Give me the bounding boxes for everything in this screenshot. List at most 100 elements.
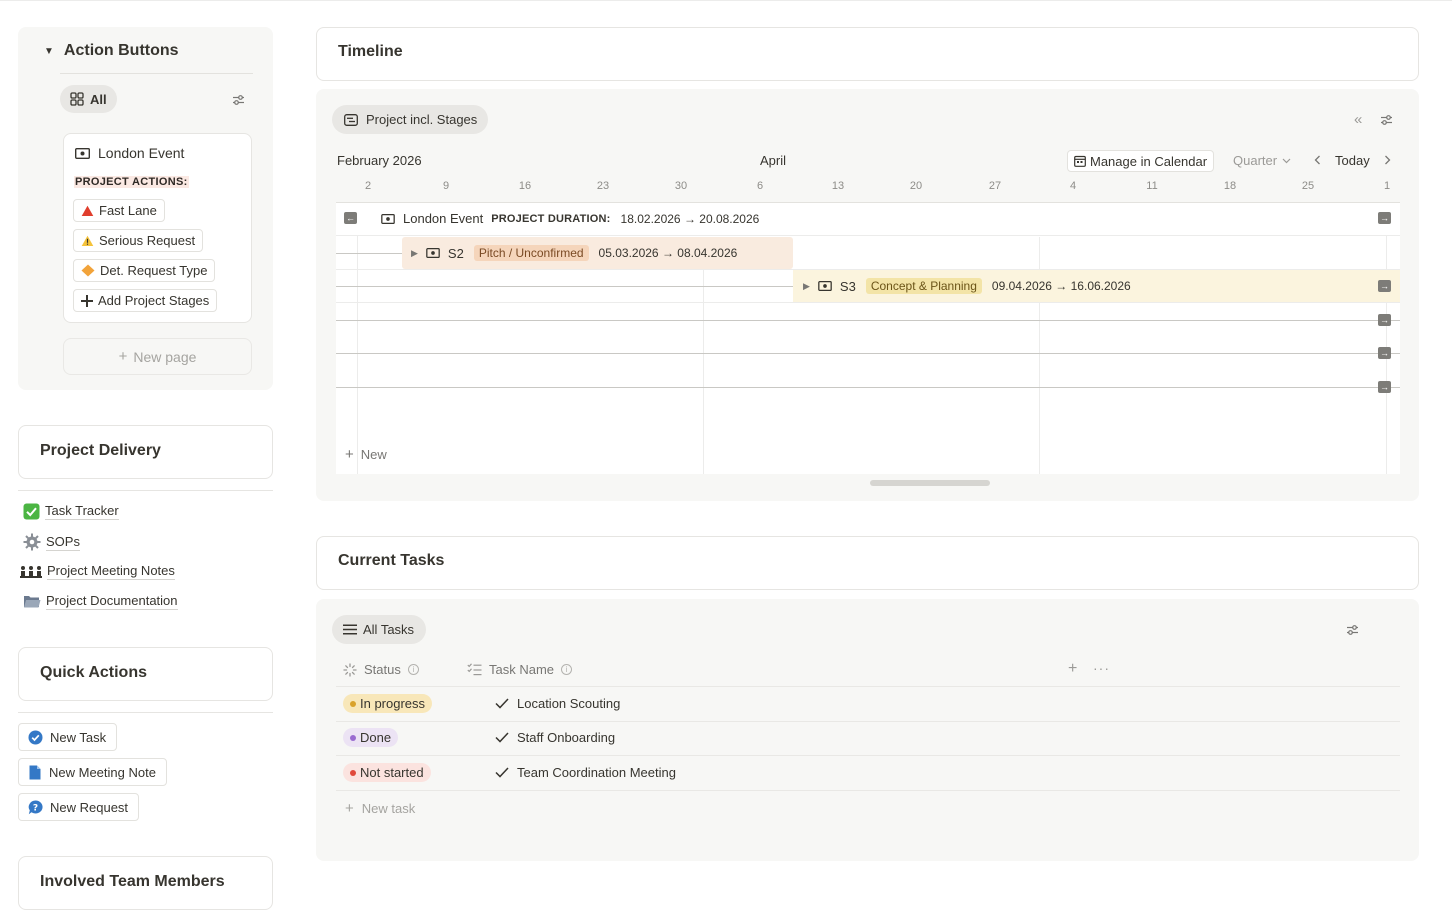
timeline-header-card: Timeline xyxy=(316,27,1419,81)
horizontal-scrollbar[interactable] xyxy=(870,480,990,486)
status-badge[interactable]: In progress xyxy=(343,694,433,713)
tick-label: 11 xyxy=(1146,180,1158,192)
project-delivery-title: Project Delivery xyxy=(40,442,161,459)
chevron-right-icon[interactable] xyxy=(1384,155,1391,165)
action-buttons-title: Action Buttons xyxy=(63,42,179,59)
row-separator xyxy=(336,302,1400,303)
info-icon: i xyxy=(561,664,573,675)
table-divider xyxy=(336,790,1400,791)
quick-actions-title: Quick Actions xyxy=(40,664,147,681)
new-timeline-item-button[interactable]: + New xyxy=(345,446,387,463)
plus-icon xyxy=(81,294,93,307)
connector-line xyxy=(336,286,793,287)
add-column-icon[interactable]: + xyxy=(1068,660,1077,678)
month-label: April xyxy=(760,153,787,168)
fast-lane-button[interactable]: Fast Lane xyxy=(73,199,165,222)
stage-status-tag: Pitch / Unconfirmed xyxy=(473,245,589,261)
scroll-to-end-icon[interactable]: → xyxy=(1378,314,1391,326)
timeline-filter-icon[interactable] xyxy=(1380,114,1393,126)
connector-line xyxy=(336,353,1400,354)
tasks-filter-icon[interactable] xyxy=(1346,624,1359,636)
range-select[interactable]: Quarter xyxy=(1233,153,1291,168)
checklist-icon xyxy=(467,663,482,676)
expand-triangle-icon[interactable]: ▶ xyxy=(411,248,418,259)
document-icon xyxy=(29,765,41,779)
orange-diamond-icon xyxy=(81,264,95,277)
collapse-double-chevron-icon[interactable]: « xyxy=(1354,111,1362,128)
chevron-down-icon xyxy=(1282,158,1291,163)
project-documentation-link[interactable]: Project Documentation xyxy=(23,593,178,610)
scroll-to-end-icon[interactable]: → xyxy=(1378,347,1391,359)
divider xyxy=(18,712,273,713)
collapse-triangle-icon[interactable]: ▼ xyxy=(44,46,54,57)
task-name-column-header[interactable]: Task Name i xyxy=(467,662,573,677)
folder-icon xyxy=(24,596,41,608)
info-icon: i xyxy=(407,664,419,675)
month-label: February 2026 xyxy=(337,153,422,168)
project-row-label: London Event PROJECT DURATION: 18.02.202… xyxy=(381,211,759,226)
serious-request-button[interactable]: Serious Request xyxy=(73,229,204,252)
sops-link[interactable]: SOPs xyxy=(23,533,80,551)
checkmark-icon xyxy=(495,698,509,709)
manage-in-calendar-button[interactable]: Manage in Calendar xyxy=(1067,150,1215,172)
people-icon xyxy=(20,565,42,578)
status-dot-icon xyxy=(350,769,356,776)
status-badge[interactable]: Done xyxy=(343,728,399,747)
red-triangle-icon xyxy=(81,205,94,216)
tick-label: 27 xyxy=(988,180,1002,192)
task-tracker-link[interactable]: Task Tracker xyxy=(23,503,119,520)
grid-icon xyxy=(70,92,84,106)
checkmark-icon xyxy=(495,767,509,778)
current-tasks-title: Current Tasks xyxy=(338,552,445,569)
checkmark-icon xyxy=(495,732,509,743)
project-stages-view-tab[interactable]: Project incl. Stages xyxy=(332,105,489,134)
status-column-header[interactable]: Status i xyxy=(343,662,419,677)
view-all-label: All xyxy=(90,91,107,107)
grid-line xyxy=(703,237,704,474)
timeline-view-icon xyxy=(344,113,358,126)
calendar-icon xyxy=(1074,155,1086,167)
view-all-tab[interactable]: All xyxy=(60,85,117,113)
stage-s2-label: ▶ S2 Pitch / Unconfirmed 05.03.2026 → 08… xyxy=(411,245,738,261)
status-dot-icon xyxy=(350,700,356,707)
action-buttons-header[interactable]: ▼ Action Buttons xyxy=(44,42,179,60)
scroll-to-start-icon[interactable]: ← xyxy=(344,212,357,224)
tick-label: 2 xyxy=(364,180,372,192)
new-page-button[interactable]: + New page xyxy=(63,338,252,375)
scroll-to-end-icon[interactable]: → xyxy=(1378,280,1391,292)
task-name-cell[interactable]: Staff Onboarding xyxy=(495,730,615,745)
new-task-row-button[interactable]: + New task xyxy=(345,800,415,817)
connector-line xyxy=(336,320,1400,321)
status-dot-icon xyxy=(350,734,356,741)
chevron-left-icon[interactable] xyxy=(1314,155,1321,165)
new-task-button[interactable]: New Task xyxy=(18,723,118,751)
divider xyxy=(18,490,273,491)
all-tasks-view-tab[interactable]: All Tasks xyxy=(332,615,427,644)
det-request-type-button[interactable]: Det. Request Type xyxy=(73,259,216,282)
new-request-button[interactable]: ? New Request xyxy=(18,793,140,821)
tick-label: 18 xyxy=(1223,180,1237,192)
tick-label: 13 xyxy=(831,180,845,192)
tick-label: 6 xyxy=(756,180,764,192)
involved-team-members-card: Involved Team Members xyxy=(18,856,273,910)
check-box-icon xyxy=(23,503,40,520)
gear-icon xyxy=(23,533,41,551)
task-name-cell[interactable]: Team Coordination Meeting xyxy=(495,765,676,780)
add-project-stages-button[interactable]: Add Project Stages xyxy=(73,289,218,312)
tick-label: 9 xyxy=(442,180,450,192)
task-name-cell[interactable]: Location Scouting xyxy=(495,696,620,711)
scroll-to-end-icon[interactable]: → xyxy=(1378,212,1391,224)
new-meeting-note-button[interactable]: New Meeting Note xyxy=(18,758,167,786)
project-meeting-notes-link[interactable]: Project Meeting Notes xyxy=(20,563,175,580)
more-options-icon[interactable]: ··· xyxy=(1093,660,1110,676)
grid-line xyxy=(357,203,358,474)
filter-settings-icon[interactable] xyxy=(232,94,245,106)
status-badge[interactable]: Not started xyxy=(343,763,431,782)
expand-triangle-icon[interactable]: ▶ xyxy=(803,281,810,292)
card-title[interactable]: London Event xyxy=(75,145,184,161)
current-tasks-header-card: Current Tasks xyxy=(316,536,1419,590)
timeline-title: Timeline xyxy=(338,43,403,60)
scroll-to-end-icon[interactable]: → xyxy=(1378,381,1391,393)
svg-text:?: ? xyxy=(33,803,38,813)
today-button[interactable]: Today xyxy=(1335,153,1370,168)
